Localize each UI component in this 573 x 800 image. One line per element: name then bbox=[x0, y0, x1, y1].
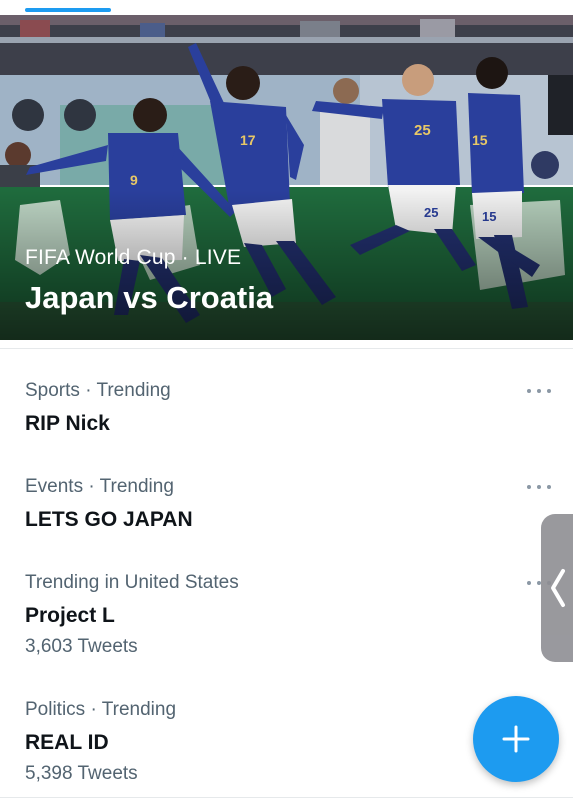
trend-context: Trending in United States bbox=[25, 572, 239, 593]
trend-name: RIP Nick bbox=[25, 412, 110, 435]
trend-context: Politics · Trending bbox=[25, 699, 177, 720]
trend-name: LETS GO JAPAN bbox=[25, 508, 193, 531]
trend-tweet-count: 5,398 Tweets bbox=[25, 763, 138, 784]
more-horizontal-icon[interactable] bbox=[527, 482, 551, 492]
bottom-divider bbox=[0, 797, 573, 798]
compose-tweet-button[interactable] bbox=[473, 696, 559, 782]
trend-name: REAL ID bbox=[25, 731, 109, 754]
svg-text:17: 17 bbox=[240, 132, 256, 148]
trend-tweet-count: 3,603 Tweets bbox=[25, 636, 138, 657]
more-horizontal-icon[interactable] bbox=[527, 386, 551, 396]
svg-text:25: 25 bbox=[414, 122, 431, 139]
chevron-left-icon bbox=[551, 569, 565, 607]
side-drawer-handle[interactable] bbox=[541, 514, 573, 662]
event-hero-card[interactable]: 9 17 25 15 25 15 FIFA World Cup · LIVE J… bbox=[0, 15, 573, 340]
svg-text:9: 9 bbox=[130, 172, 138, 188]
plus-icon bbox=[502, 725, 530, 753]
top-tab-strip bbox=[0, 0, 573, 15]
section-divider bbox=[0, 348, 573, 349]
trend-name: Project L bbox=[25, 604, 115, 627]
active-tab-indicator bbox=[25, 8, 111, 12]
trend-context: Sports · Trending bbox=[25, 380, 171, 401]
trend-context: Events · Trending bbox=[25, 476, 174, 497]
hero-event-title: Japan vs Croatia bbox=[25, 280, 274, 315]
hero-event-meta: FIFA World Cup · LIVE bbox=[25, 246, 242, 269]
svg-text:15: 15 bbox=[472, 132, 488, 148]
